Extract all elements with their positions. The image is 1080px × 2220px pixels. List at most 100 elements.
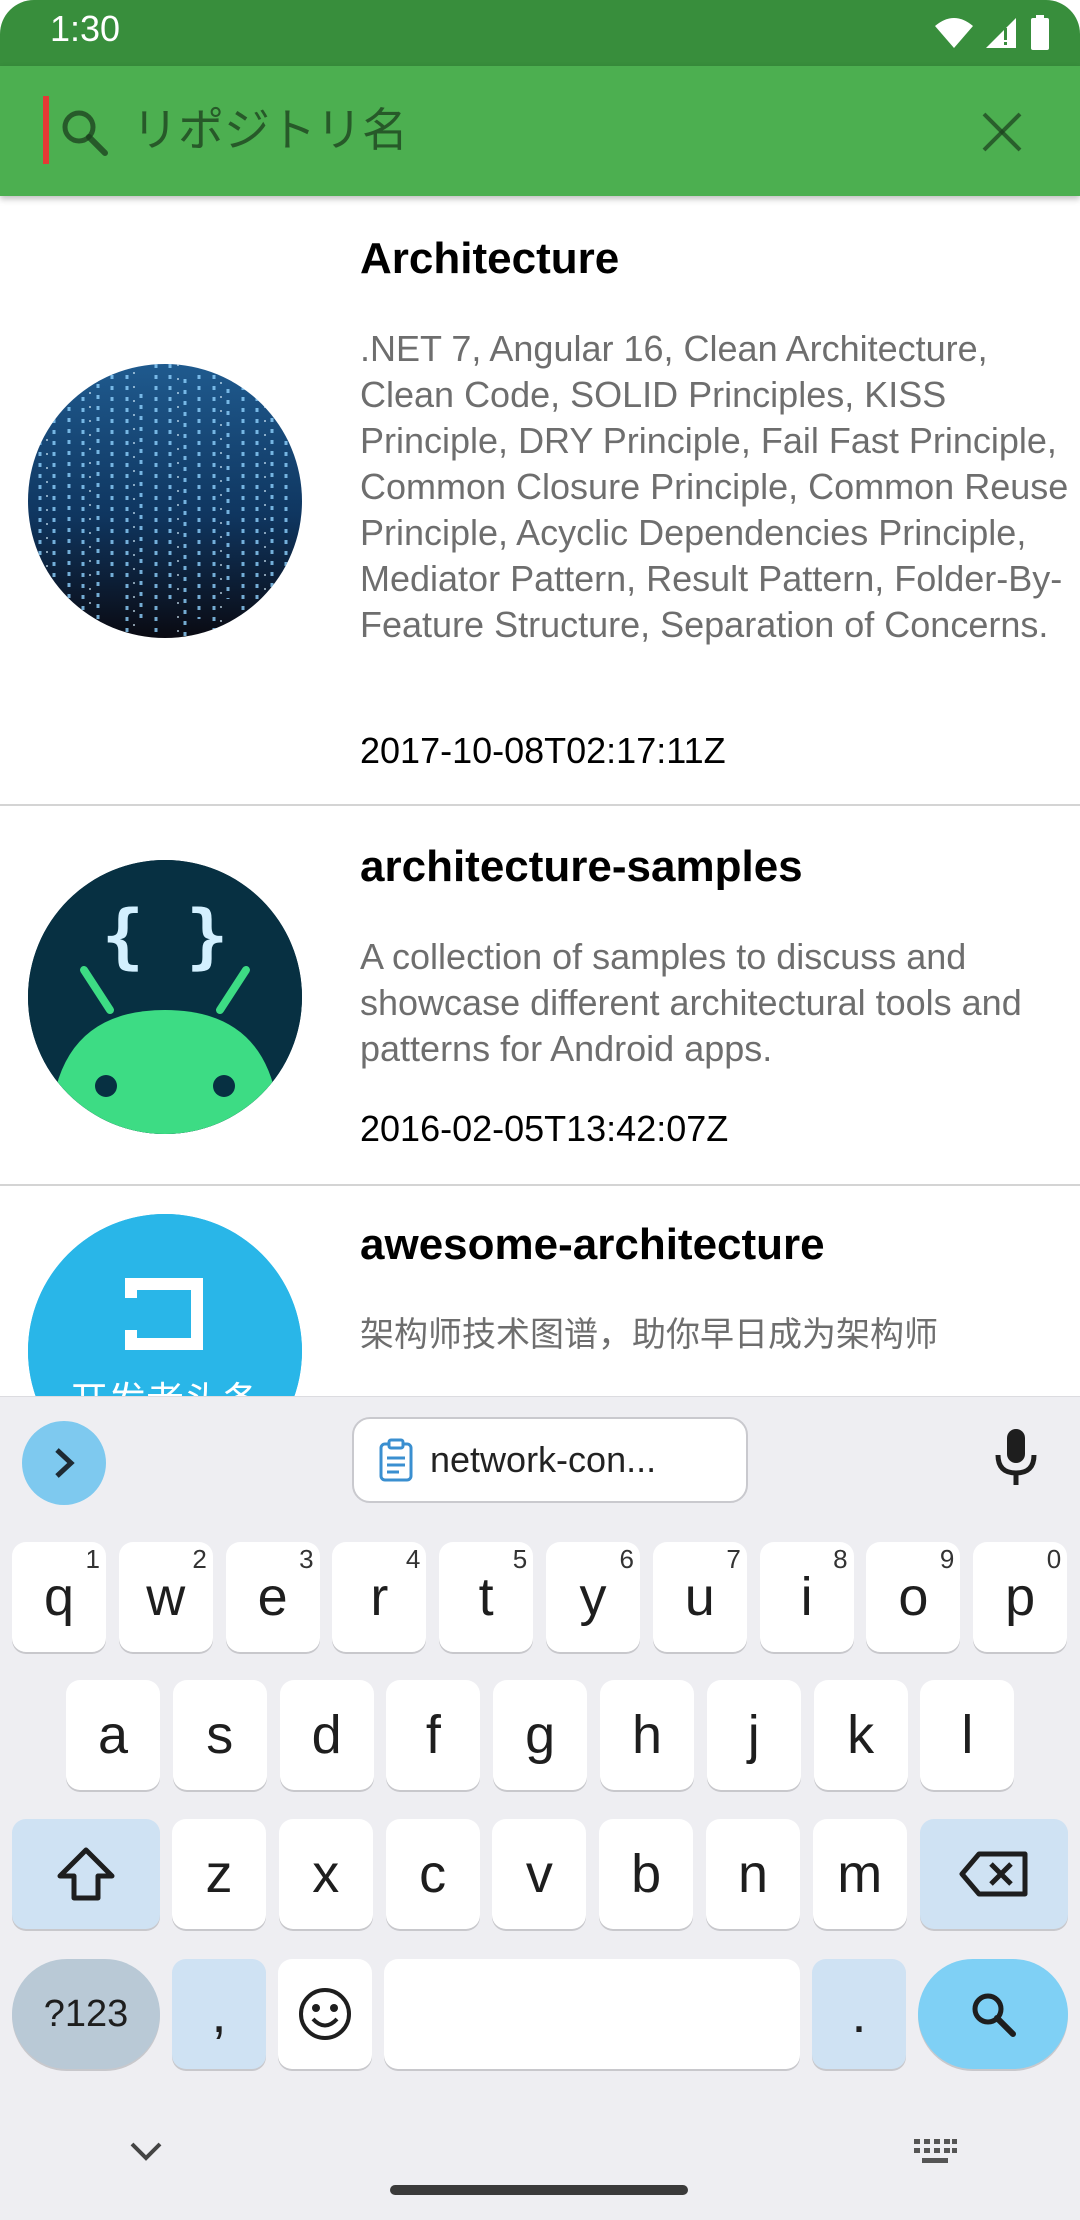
developer-avatar: 开发者头条 xyxy=(28,1214,302,1396)
cell-signal-icon xyxy=(986,18,1016,48)
symbols-key-label: ?123 xyxy=(43,1992,129,2035)
search-input[interactable] xyxy=(132,90,932,170)
expand-toolbar-button[interactable] xyxy=(22,1421,106,1505)
repo-description: A collection of samples to discuss and s… xyxy=(360,936,1022,1069)
key-y[interactable]: y6 xyxy=(546,1542,640,1652)
list-item[interactable]: Architecture .NET 7, Angular 16, Clean A… xyxy=(0,196,1080,806)
key-label: h xyxy=(631,1705,663,1765)
key-label: u xyxy=(684,1567,715,1627)
key-w[interactable]: w2 xyxy=(118,1542,213,1652)
key-hint: 2 xyxy=(192,1544,207,1574)
repo-name: Architecture xyxy=(360,234,620,283)
key-label: s xyxy=(206,1705,234,1765)
microphone-icon[interactable] xyxy=(990,1427,1042,1487)
key-c[interactable]: c xyxy=(385,1819,480,1929)
screen: 1:30 リポジトリ名 Architecture .NET 7, Angular… xyxy=(0,0,1080,2220)
period-key[interactable]: . xyxy=(812,1959,906,2069)
key-u[interactable]: u7 xyxy=(652,1542,747,1652)
backspace-key[interactable] xyxy=(920,1819,1068,1929)
shift-key[interactable] xyxy=(12,1819,160,1929)
keyboard-suggestion-bar: network-con... xyxy=(0,1397,1080,1517)
key-label: t xyxy=(478,1567,494,1627)
key-label: n xyxy=(737,1844,769,1904)
key-v[interactable]: v xyxy=(492,1819,587,1929)
repo-date: 2016-02-05T13:42:07Z xyxy=(360,1108,729,1149)
key-n[interactable]: n xyxy=(706,1819,800,1929)
key-hint: 7 xyxy=(726,1544,741,1574)
backspace-icon xyxy=(959,1851,1028,1897)
key-label: q xyxy=(43,1567,75,1627)
chevron-right-icon xyxy=(55,1448,75,1478)
key-label: r xyxy=(370,1567,389,1627)
list-item[interactable]: 开发者头条 awesome-architecture 架构师技术图谱，助你早日成… xyxy=(0,1186,1080,1396)
home-gesture-bar[interactable] xyxy=(390,2185,688,2195)
repo-description: .NET 7, Angular 16, Clean Architecture, … xyxy=(360,328,1069,645)
hide-keyboard-chevron-icon[interactable] xyxy=(128,2139,164,2163)
key-hint: 8 xyxy=(833,1544,848,1574)
key-r[interactable]: r4 xyxy=(332,1542,427,1652)
braces-glyph: { } xyxy=(102,895,228,977)
key-label: i xyxy=(800,1567,813,1627)
key-label: a xyxy=(97,1705,129,1765)
key-label: p xyxy=(1005,1567,1036,1627)
comma-key[interactable]: , xyxy=(172,1959,266,2069)
key-label: w xyxy=(146,1567,186,1627)
key-z[interactable]: z xyxy=(172,1819,266,1929)
clipboard-icon xyxy=(379,1438,413,1482)
key-a[interactable]: a xyxy=(66,1680,160,1790)
key-label: y xyxy=(579,1567,607,1627)
key-g[interactable]: g xyxy=(493,1680,588,1790)
search-action-key[interactable] xyxy=(918,1959,1068,2069)
key-o[interactable]: o9 xyxy=(866,1542,961,1652)
status-icons xyxy=(934,14,1050,52)
key-label: v xyxy=(525,1844,553,1904)
repo-list: Architecture .NET 7, Angular 16, Clean A… xyxy=(0,196,1080,1396)
symbols-key[interactable]: ?123 xyxy=(12,1959,160,2069)
battery-icon xyxy=(1031,15,1049,50)
key-s[interactable]: s xyxy=(172,1680,267,1790)
key-hint: 6 xyxy=(619,1544,634,1574)
text-cursor xyxy=(43,96,49,164)
wifi-icon xyxy=(935,18,973,48)
key-d[interactable]: d xyxy=(279,1680,374,1790)
space-key[interactable] xyxy=(384,1959,800,2069)
key-hint: 0 xyxy=(1046,1544,1062,1574)
key-i[interactable]: i8 xyxy=(759,1542,854,1652)
search-icon xyxy=(62,110,108,156)
matrix-code-avatar xyxy=(28,364,302,638)
repo-date: 2017-10-08T02:17:11Z xyxy=(360,730,726,771)
key-label: d xyxy=(311,1705,342,1765)
key-label: b xyxy=(631,1844,662,1904)
key-j[interactable]: j xyxy=(706,1680,801,1790)
key-label: l xyxy=(961,1705,974,1765)
keyboard-switch-icon[interactable] xyxy=(912,2137,958,2167)
emoji-key[interactable] xyxy=(278,1959,372,2069)
key-e[interactable]: e3 xyxy=(225,1542,320,1652)
status-time: 1:30 xyxy=(50,8,121,49)
repo-description: 架构师技术图谱，助你早日成为架构师 xyxy=(360,1315,938,1355)
close-icon[interactable] xyxy=(976,106,1028,158)
key-t[interactable]: t5 xyxy=(439,1542,534,1652)
list-item[interactable]: { } architecture-samples A collection of… xyxy=(0,806,1080,1186)
soft-keyboard: network-con... ?123 , . q 1 w 2 e 3 r 4 … xyxy=(0,1396,1080,2220)
key-label: g xyxy=(525,1705,556,1765)
key-m[interactable]: m xyxy=(812,1819,907,1929)
key-hint: 3 xyxy=(299,1544,314,1574)
key-k[interactable]: k xyxy=(813,1680,908,1790)
search-icon xyxy=(972,1993,1016,2037)
key-label: z xyxy=(205,1844,233,1904)
key-h[interactable]: h xyxy=(600,1680,694,1790)
key-q[interactable]: q1 xyxy=(12,1542,106,1652)
repo-name: architecture-samples xyxy=(360,842,803,891)
key-f[interactable]: f xyxy=(386,1680,481,1790)
key-p[interactable]: p0 xyxy=(973,1542,1068,1652)
android-avatar: { } xyxy=(28,860,302,1134)
key-hint: 4 xyxy=(405,1544,421,1574)
key-l[interactable]: l xyxy=(920,1680,1015,1790)
developer-avatar-text: 开发者头条 xyxy=(70,1379,260,1396)
clipboard-suggestion-chip[interactable]: network-con... xyxy=(352,1417,748,1503)
key-label: m xyxy=(837,1844,883,1904)
key-x[interactable]: x xyxy=(278,1819,373,1929)
key-label: k xyxy=(847,1705,875,1765)
key-b[interactable]: b xyxy=(599,1819,694,1929)
